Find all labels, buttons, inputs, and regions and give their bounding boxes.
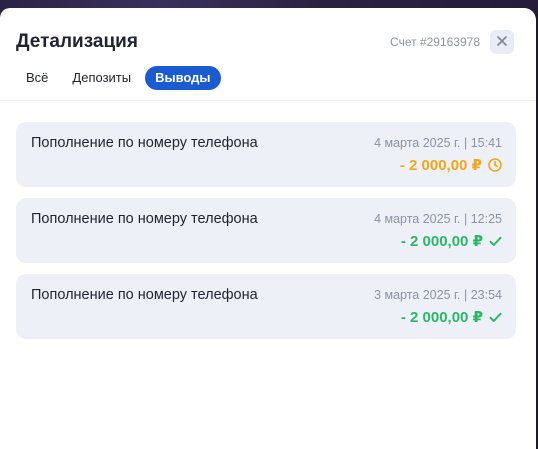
filter-tabs: Всё Депозиты Выводы — [16, 66, 225, 90]
modal-title: Детализация — [16, 31, 138, 52]
amount-value: - 2 000,00 ₽ — [400, 233, 483, 250]
header-divider — [0, 100, 536, 101]
transaction-amount: - 2 000,00 ₽ — [401, 232, 502, 250]
transaction-date: 4 марта 2025 г. | 15:41 — [374, 136, 502, 150]
clock-icon — [488, 158, 502, 172]
check-icon — [489, 236, 502, 247]
transaction-item[interactable]: Пополнение по номеру телефона 3 марта 20… — [16, 274, 516, 339]
close-icon — [497, 33, 507, 51]
transaction-item[interactable]: Пополнение по номеру телефона 4 марта 20… — [16, 122, 516, 187]
close-button[interactable] — [490, 30, 514, 54]
check-icon — [489, 312, 502, 323]
tab-deposits[interactable]: Депозиты — [62, 66, 141, 90]
amount-value: - 2 000,00 ₽ — [399, 157, 482, 174]
transaction-date: 4 марта 2025 г. | 12:25 — [374, 212, 502, 226]
transaction-date: 3 марта 2025 г. | 23:54 — [374, 288, 502, 302]
transaction-amount: - 2 000,00 ₽ — [400, 156, 502, 174]
transaction-item[interactable]: Пополнение по номеру телефона 4 марта 20… — [16, 198, 516, 263]
transaction-title: Пополнение по номеру телефона — [31, 211, 258, 227]
tab-all[interactable]: Всё — [16, 66, 58, 90]
details-modal: Детализация Счет #29163978 Всё Депозиты … — [0, 8, 536, 449]
account-number: Счет #29163978 — [390, 35, 480, 49]
tab-withdrawals[interactable]: Выводы — [145, 66, 221, 90]
amount-value: - 2 000,00 ₽ — [400, 309, 483, 326]
transaction-list: Пополнение по номеру телефона 4 марта 20… — [16, 122, 516, 350]
transaction-amount: - 2 000,00 ₽ — [401, 308, 502, 326]
transaction-title: Пополнение по номеру телефона — [31, 287, 258, 303]
transaction-title: Пополнение по номеру телефона — [31, 135, 258, 151]
modal-header: Детализация Счет #29163978 — [16, 30, 514, 56]
